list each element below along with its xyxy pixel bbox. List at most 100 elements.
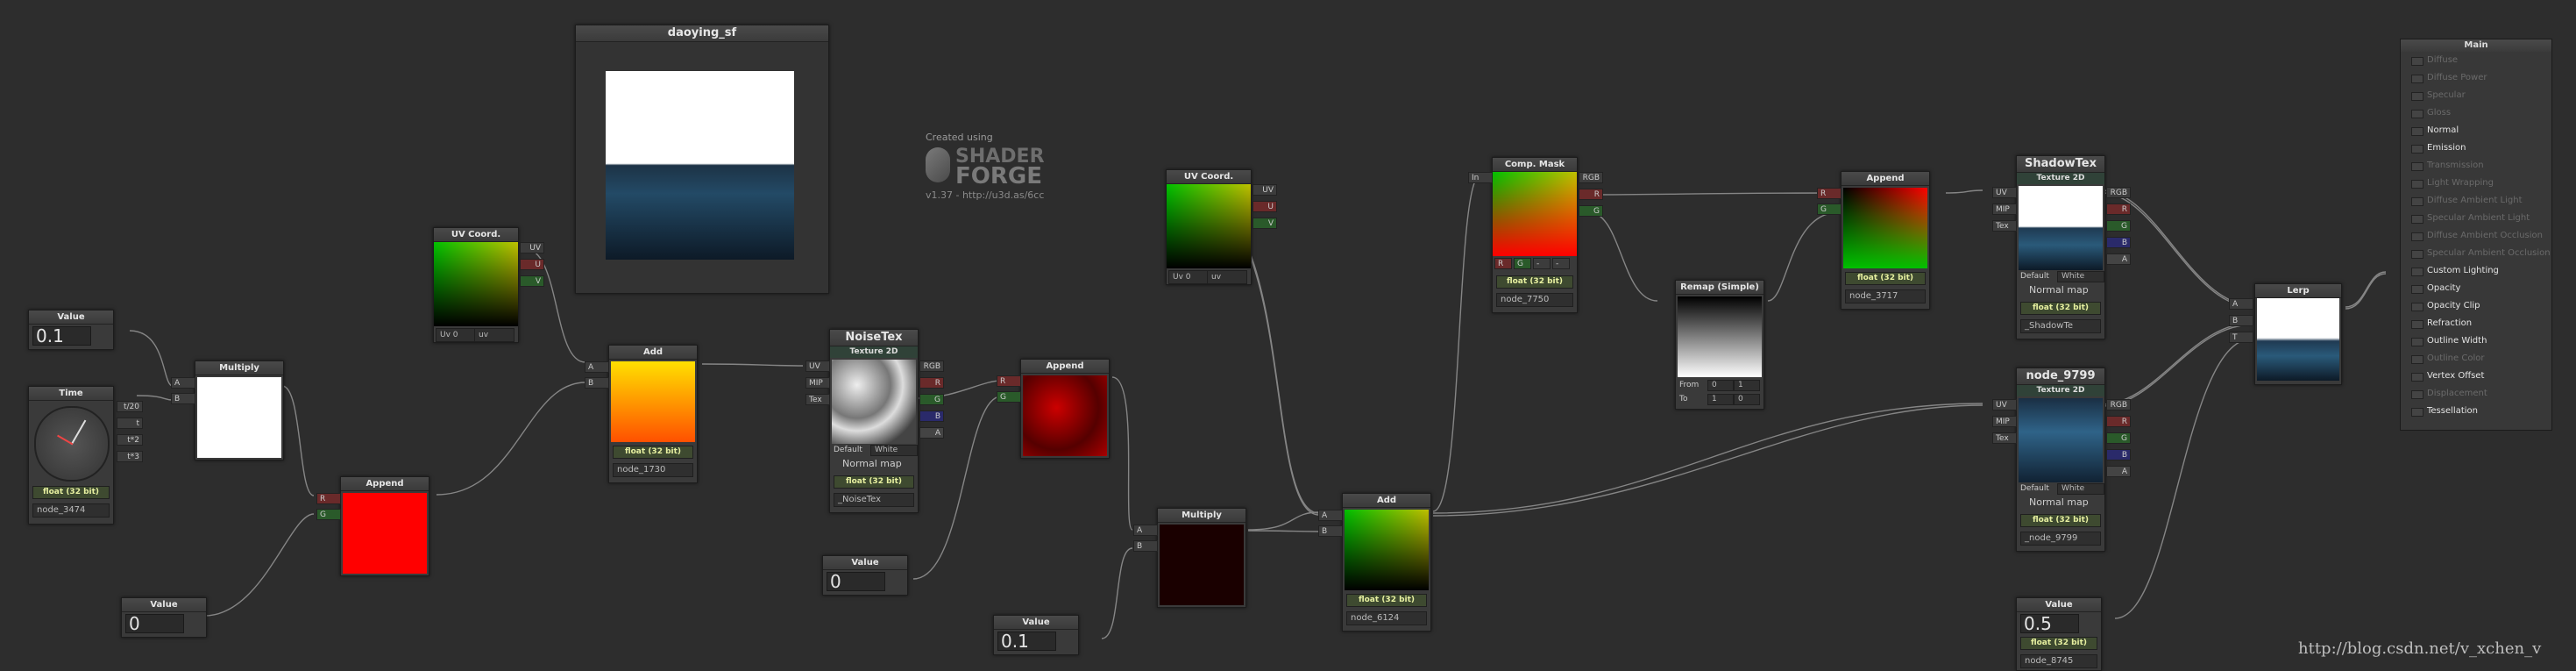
precision-dropdown[interactable]: float (32 bit) bbox=[834, 475, 914, 489]
output-port-rgb[interactable]: RGB bbox=[2106, 399, 2131, 410]
input-connector-icon[interactable] bbox=[2411, 320, 2423, 329]
texture-node-9799[interactable]: node_9799 Texture 2D Default White Norma… bbox=[1992, 368, 2131, 552]
main-input-row[interactable]: Vertex Offset bbox=[2401, 368, 2551, 385]
input-connector-icon[interactable] bbox=[2411, 75, 2423, 83]
input-port-mip[interactable]: MIP bbox=[1992, 416, 2017, 427]
channel-a-toggle[interactable]: - bbox=[1552, 258, 1570, 269]
output-port-v[interactable]: V bbox=[1253, 218, 1277, 229]
uv-mode-select[interactable]: uv bbox=[1207, 270, 1247, 284]
input-port-uv[interactable]: UV bbox=[1992, 187, 2017, 198]
append-node-1[interactable]: Append R G bbox=[316, 476, 429, 576]
normal-map-checkbox[interactable]: Normal map bbox=[2029, 496, 2089, 508]
input-connector-icon[interactable] bbox=[2411, 127, 2423, 136]
node-name-field[interactable]: node_7750 bbox=[1496, 293, 1573, 307]
input-connector-icon[interactable] bbox=[2411, 215, 2423, 224]
input-port-r[interactable]: R bbox=[997, 375, 1021, 387]
input-port-g[interactable]: G bbox=[316, 509, 341, 520]
main-input-row[interactable]: Transmission bbox=[2401, 157, 2551, 175]
input-connector-icon[interactable] bbox=[2411, 250, 2423, 259]
output-port-t3[interactable]: t*3 bbox=[117, 451, 143, 462]
input-port-a[interactable]: A bbox=[1133, 525, 1158, 536]
value-node-4[interactable]: Value 0.1 bbox=[993, 615, 1079, 655]
main-input-row[interactable]: Light Wrapping bbox=[2401, 175, 2551, 192]
default-select[interactable]: White bbox=[2057, 483, 2104, 495]
precision-dropdown[interactable]: float (32 bit) bbox=[1845, 272, 1926, 285]
preview-window[interactable]: daoying_sf bbox=[575, 25, 829, 294]
input-port-a[interactable]: A bbox=[2229, 298, 2253, 310]
input-connector-icon[interactable] bbox=[2411, 162, 2423, 171]
to-min-field[interactable]: 1 bbox=[1707, 394, 1734, 405]
main-input-row[interactable]: Diffuse Ambient Light bbox=[2401, 192, 2551, 210]
output-port-v[interactable]: V bbox=[520, 275, 544, 287]
output-port-u[interactable]: U bbox=[520, 259, 544, 270]
main-input-row[interactable]: Normal bbox=[2401, 122, 2551, 139]
node-name-field[interactable]: node_3474 bbox=[32, 503, 110, 518]
uv-coord-node-2[interactable]: UV Coord. Uv 0 uv UV U V bbox=[1166, 169, 1277, 285]
main-input-row[interactable]: Opacity bbox=[2401, 280, 2551, 297]
channel-r-toggle[interactable]: R bbox=[1494, 258, 1512, 269]
output-port-uv[interactable]: UV bbox=[1253, 184, 1277, 196]
from-min-field[interactable]: 0 bbox=[1707, 380, 1734, 391]
to-max-field[interactable]: 0 bbox=[1734, 394, 1760, 405]
input-connector-icon[interactable] bbox=[2411, 303, 2423, 311]
input-connector-icon[interactable] bbox=[2411, 355, 2423, 364]
value-field[interactable]: 0.1 bbox=[32, 326, 91, 346]
value-field[interactable]: 0 bbox=[827, 572, 885, 591]
input-port-a[interactable]: A bbox=[1318, 510, 1343, 521]
input-port-r[interactable]: R bbox=[316, 493, 341, 504]
input-port-b[interactable]: B bbox=[171, 393, 195, 404]
node-name-field[interactable]: _ShadowTe bbox=[2020, 319, 2101, 333]
output-port-b[interactable]: B bbox=[2106, 449, 2131, 460]
output-port-r[interactable]: R bbox=[2106, 416, 2131, 427]
output-port-g[interactable]: G bbox=[2106, 220, 2131, 232]
output-port-a[interactable]: A bbox=[919, 427, 944, 439]
precision-dropdown[interactable]: float (32 bit) bbox=[2020, 637, 2097, 650]
input-port-r[interactable]: R bbox=[1817, 188, 1842, 199]
node-name-field[interactable]: node_8745 bbox=[2020, 654, 2097, 668]
main-input-row[interactable]: Gloss bbox=[2401, 104, 2551, 122]
input-connector-icon[interactable] bbox=[2411, 373, 2423, 382]
uv-mode-select[interactable]: uv bbox=[474, 328, 514, 342]
output-port-b[interactable]: B bbox=[919, 410, 944, 422]
uv-channel-select[interactable]: Uv 0 bbox=[436, 328, 476, 342]
main-input-row[interactable]: Diffuse Ambient Occlusion bbox=[2401, 227, 2551, 245]
output-port-rgb[interactable]: RGB bbox=[919, 360, 944, 372]
precision-dropdown[interactable]: float (32 bit) bbox=[1346, 594, 1427, 607]
input-connector-icon[interactable] bbox=[2411, 145, 2423, 153]
main-input-row[interactable]: Refraction bbox=[2401, 315, 2551, 332]
output-port-r[interactable]: R bbox=[919, 377, 944, 389]
append-node-3[interactable]: Append R G float (32 bit) node_3717 bbox=[1817, 171, 1930, 310]
output-port-b[interactable]: B bbox=[2106, 237, 2131, 248]
input-port-g[interactable]: G bbox=[997, 391, 1021, 403]
main-input-row[interactable]: Specular bbox=[2401, 87, 2551, 104]
value-field[interactable]: 0 bbox=[125, 614, 184, 633]
input-port-a[interactable]: A bbox=[585, 361, 609, 373]
input-port-uv[interactable]: UV bbox=[1992, 399, 2017, 410]
input-port-mip[interactable]: MIP bbox=[1992, 203, 2017, 215]
input-port-g[interactable]: G bbox=[1817, 203, 1842, 215]
channel-b-toggle[interactable]: - bbox=[1533, 258, 1551, 269]
normal-map-checkbox[interactable]: Normal map bbox=[842, 458, 902, 469]
value-node-5[interactable]: Value 0.5 float (32 bit) node_8745 bbox=[2016, 597, 2102, 671]
value-field[interactable]: 0.5 bbox=[2020, 614, 2079, 633]
node-name-field[interactable]: _NoiseTex bbox=[834, 493, 914, 507]
output-port-rgb[interactable]: RGB bbox=[1579, 172, 1603, 183]
input-port-tex[interactable]: Tex bbox=[805, 394, 830, 405]
value-field[interactable]: 0.1 bbox=[997, 632, 1056, 651]
input-connector-icon[interactable] bbox=[2411, 285, 2423, 294]
input-port-mip[interactable]: MIP bbox=[805, 377, 830, 389]
input-port-in[interactable]: In bbox=[1468, 172, 1493, 183]
value-node-2[interactable]: Value 0 bbox=[121, 597, 207, 638]
output-port-r[interactable]: R bbox=[2106, 203, 2131, 215]
output-port-g[interactable]: G bbox=[2106, 432, 2131, 444]
input-port-b[interactable]: B bbox=[1318, 525, 1343, 537]
multiply-node-2[interactable]: Multiply A B bbox=[1133, 508, 1246, 608]
input-port-b[interactable]: B bbox=[585, 377, 609, 389]
input-connector-icon[interactable] bbox=[2411, 338, 2423, 346]
add-node-2[interactable]: Add A B float (32 bit) node_6124 bbox=[1318, 493, 1431, 632]
output-port-a[interactable]: A bbox=[2106, 466, 2131, 477]
input-connector-icon[interactable] bbox=[2411, 390, 2423, 399]
node-name-field[interactable]: node_3717 bbox=[1845, 289, 1926, 303]
output-port-t20[interactable]: t/20 bbox=[117, 401, 143, 412]
output-port-g[interactable]: G bbox=[1579, 205, 1603, 217]
